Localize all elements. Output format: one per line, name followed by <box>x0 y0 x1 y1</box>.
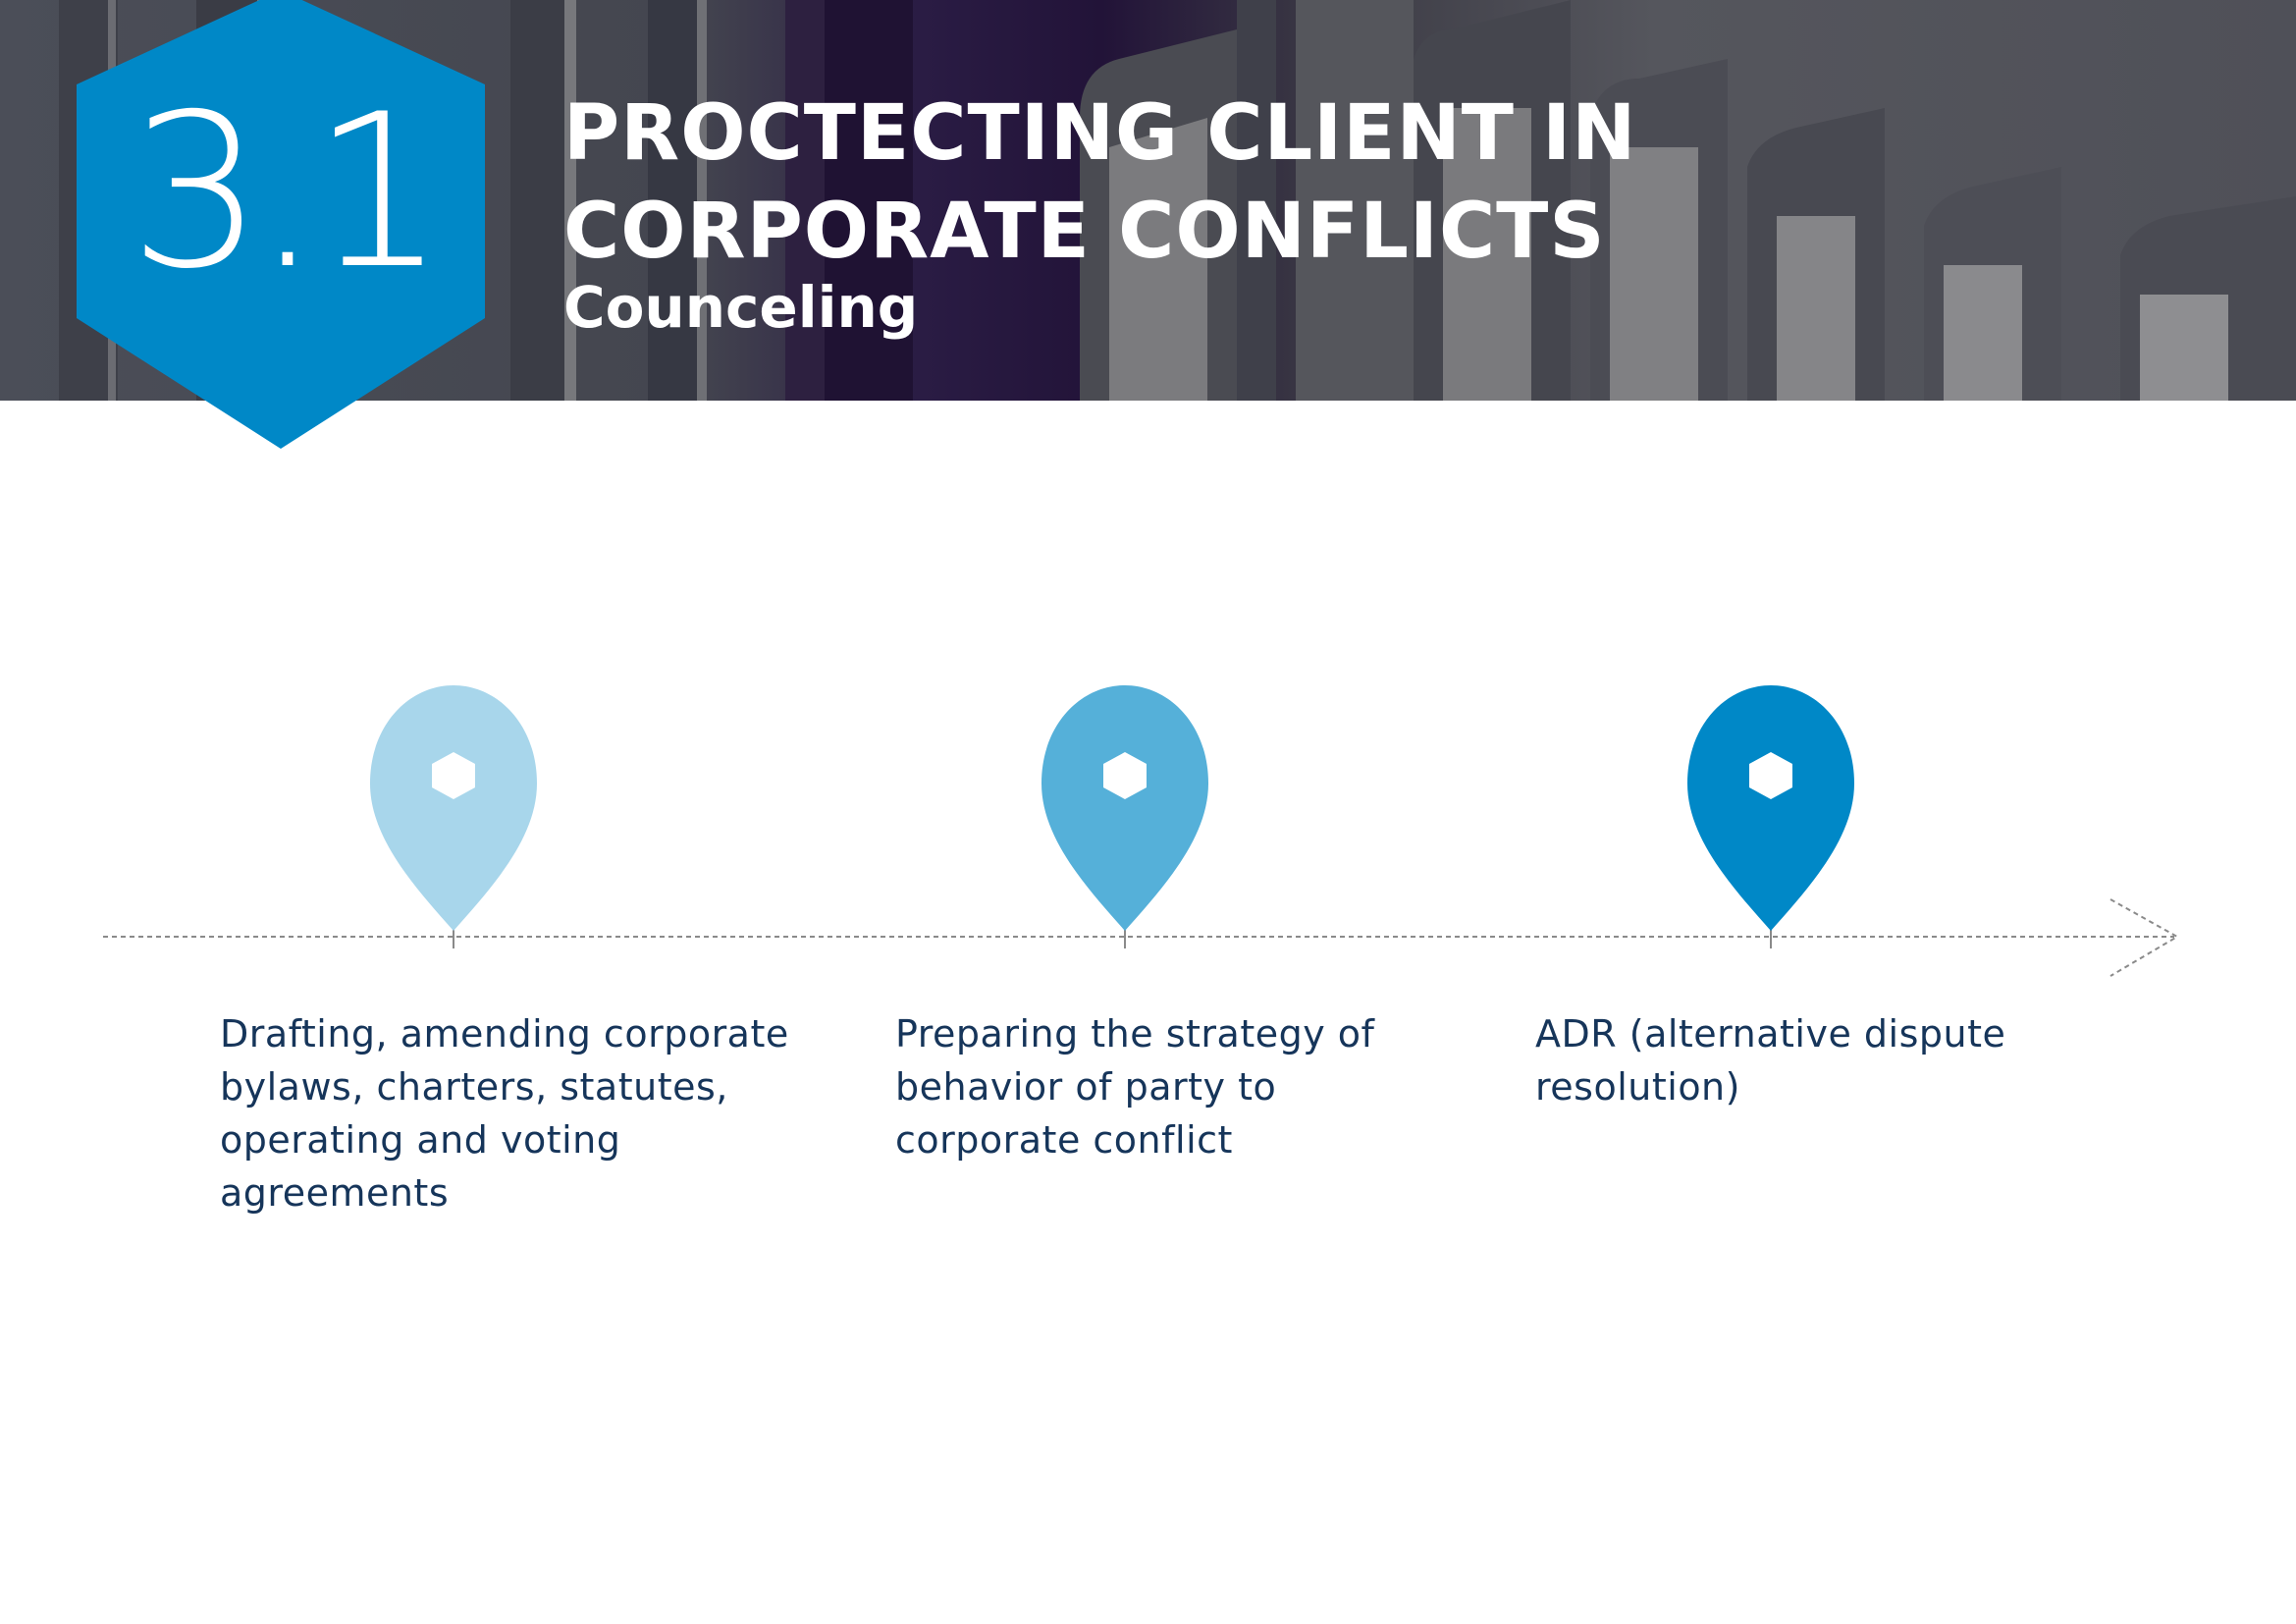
timeline-step-3-text: ADR (alternative dispute resolution) <box>1535 1012 2006 1109</box>
location-pin-icon <box>370 685 537 931</box>
timeline-step-1-text: Drafting, amending corporate bylaws, cha… <box>220 1012 789 1215</box>
timeline-diagram <box>103 685 2180 977</box>
location-pin-icon <box>1041 685 1208 931</box>
timeline-step-2-text: Preparing the strategy of behavior of pa… <box>895 1012 1375 1162</box>
page-title: PROCTECTING CLIENT IN CORPORATE CONFLICT… <box>563 89 1637 276</box>
page-subtitle: Counceling <box>563 274 919 341</box>
section-number: 3.1 <box>129 69 447 315</box>
location-pin-icon <box>1687 685 1854 931</box>
